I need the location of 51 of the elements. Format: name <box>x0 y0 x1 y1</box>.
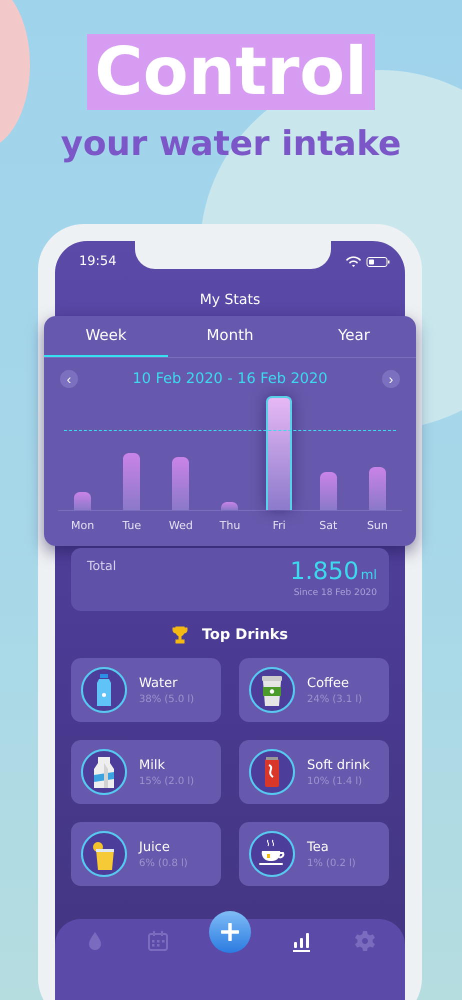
drink-card[interactable]: Juice 6% (0.8 l) <box>71 822 221 886</box>
drink-card[interactable]: Water 38% (5.0 l) <box>71 658 221 722</box>
status-icons <box>343 256 391 268</box>
drink-share: 15% (2.0 l) <box>139 776 194 786</box>
headline-subtitle: your water intake <box>60 124 402 164</box>
next-button[interactable]: › <box>382 370 400 388</box>
drink-share: 10% (1.4 l) <box>307 776 364 786</box>
period-tab[interactable]: Month <box>168 316 292 357</box>
headline-title: Control <box>86 34 376 110</box>
period-tab[interactable]: Week <box>44 316 168 357</box>
day-label: Mon <box>70 519 94 532</box>
drink-name: Soft drink <box>307 758 370 772</box>
drink-card[interactable]: Soft drink 10% (1.4 l) <box>239 740 389 804</box>
day-label: Fri <box>272 519 286 532</box>
day-label: Wed <box>168 519 193 532</box>
drink-name: Milk <box>139 758 166 772</box>
since-date: Since 18 Feb 2020 <box>294 588 377 598</box>
drink-share: 1% (0.2 l) <box>307 858 356 868</box>
previous-button[interactable]: ‹ <box>60 370 78 388</box>
add-button[interactable] <box>208 911 251 953</box>
status-time: 19:54 <box>79 254 116 269</box>
day-label: Sat <box>319 519 338 532</box>
drink-share: 38% (5.0 l) <box>139 694 194 704</box>
drink-card[interactable]: Milk 15% (2.0 l) <box>71 740 221 804</box>
plus-icon <box>220 923 239 941</box>
drink-card[interactable]: Coffee 24% (3.1 l) <box>239 658 389 722</box>
day-label: Thu <box>220 519 240 532</box>
drink-share: 6% (0.8 l) <box>139 858 188 868</box>
day-bar[interactable] <box>320 472 337 510</box>
period-tab[interactable]: Year <box>292 316 416 357</box>
day-bar[interactable] <box>368 467 386 510</box>
day-label: Sun <box>366 519 388 532</box>
drink-name: Juice <box>139 840 171 854</box>
day-bar[interactable] <box>266 396 292 510</box>
date-range: 10 Feb 2020 - 16 Feb 2020 <box>132 371 328 387</box>
day-bar[interactable] <box>123 453 140 510</box>
drink-name: Tea <box>307 840 330 854</box>
screen-title: My Stats <box>198 292 262 308</box>
section-title: Top Drinks <box>202 627 288 643</box>
trophy-icon <box>172 626 188 644</box>
day-bar[interactable] <box>221 502 238 510</box>
drink-name: Water <box>139 676 178 690</box>
day-bar[interactable] <box>74 492 92 510</box>
total-label: Total <box>87 558 116 575</box>
day-bar[interactable] <box>172 457 190 510</box>
drink-card[interactable]: Tea 1% (0.2 l) <box>239 822 389 886</box>
total-unit: ml <box>360 568 377 583</box>
total-value: 1.850 <box>290 558 359 584</box>
drink-share: 24% (3.1 l) <box>307 694 362 704</box>
day-label: Tue <box>122 519 142 532</box>
drink-name: Coffee <box>307 676 350 690</box>
